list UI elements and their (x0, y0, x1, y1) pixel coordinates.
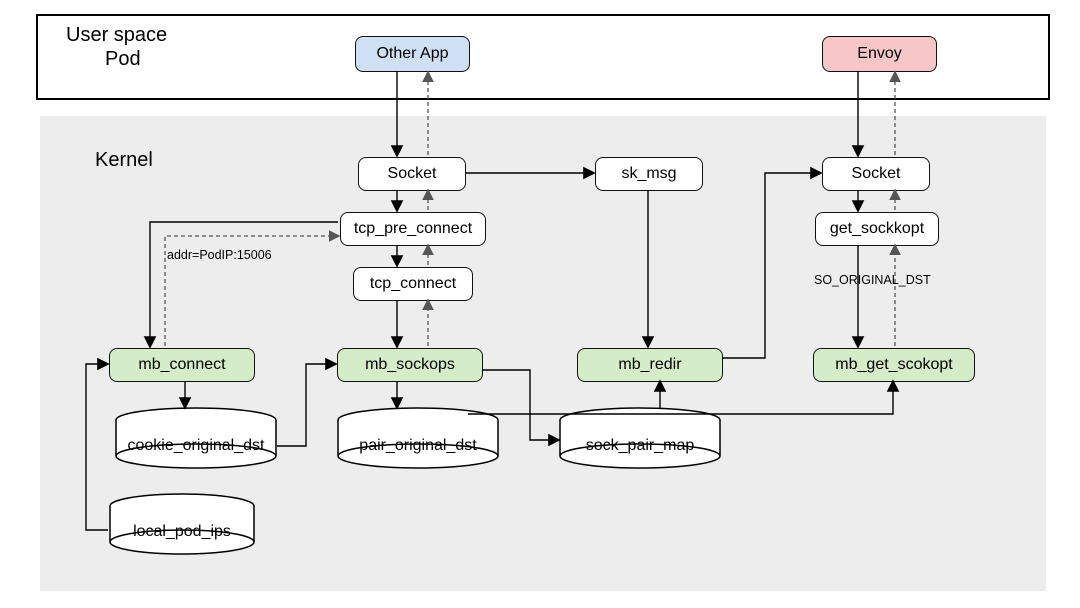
addr-note: addr=PodIP:15006 (167, 248, 272, 262)
userspace-title-1: User space (66, 24, 167, 47)
envoy-node: Envoy (822, 36, 937, 72)
mb-get-sockopt: mb_get_scokopt (813, 348, 975, 382)
mb-connect: mb_connect (109, 348, 255, 382)
socket-right-label: Socket (852, 165, 901, 183)
mb-sockops-label: mb_sockops (365, 356, 455, 374)
get-sockopt-label: get_sockkopt (830, 220, 924, 238)
mb-redir: mb_redir (577, 348, 723, 382)
kernel-title: Kernel (95, 149, 153, 172)
tcp-conn-label: tcp_connect (370, 275, 456, 293)
socket-right: Socket (822, 157, 930, 191)
diagram-root: User space Pod Other App Envoy Kernel So… (0, 0, 1080, 608)
mb-get-sockopt-label: mb_get_scokopt (835, 356, 952, 374)
socket-left: Socket (358, 157, 466, 191)
other-app-label: Other App (376, 45, 448, 63)
sk-msg-label: sk_msg (621, 165, 676, 183)
mb-connect-label: mb_connect (138, 356, 225, 374)
socket-left-label: Socket (388, 165, 437, 183)
tcp-pre-connect: tcp_pre_connect (340, 212, 486, 246)
tcp-pre-label: tcp_pre_connect (354, 220, 472, 238)
userspace-title-2: Pod (105, 48, 141, 71)
sk-msg: sk_msg (595, 157, 703, 191)
get-sockopt: get_sockkopt (815, 212, 939, 246)
mb-redir-label: mb_redir (618, 356, 681, 374)
envoy-label: Envoy (857, 45, 901, 63)
other-app-node: Other App (355, 36, 470, 72)
tcp-connect: tcp_connect (353, 267, 473, 301)
so-note: SO_ORIGINAL_DST (814, 273, 931, 287)
mb-sockops: mb_sockops (337, 348, 483, 382)
